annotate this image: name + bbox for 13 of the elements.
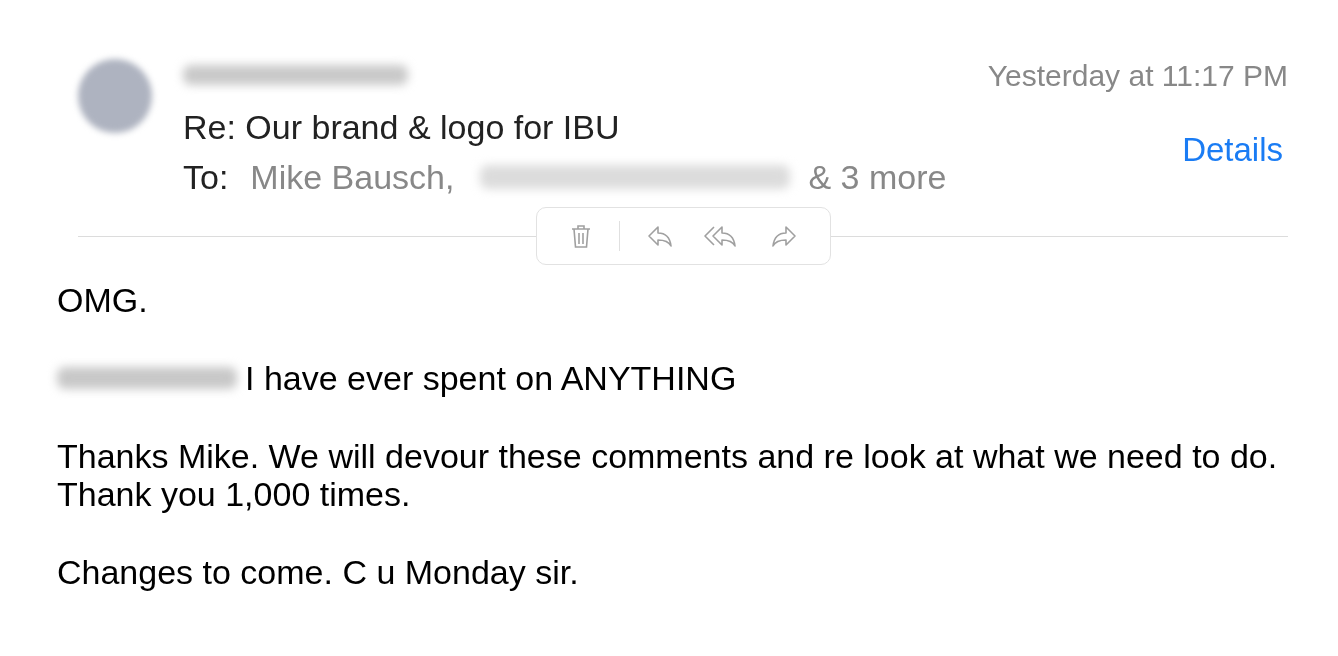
- email-subject: Re: Our brand & logo for IBU: [183, 107, 621, 147]
- reply-icon[interactable]: [645, 224, 674, 248]
- body-text: Changes to come. C u Monday sir.: [57, 553, 579, 591]
- body-text: OMG.: [57, 281, 148, 319]
- body-text: Thank you 1,000 times.: [57, 475, 411, 513]
- email-date: Yesterday at 11:17 PM: [987, 58, 1288, 94]
- forward-icon[interactable]: [769, 224, 798, 248]
- more-recipients-link[interactable]: & 3 more: [808, 157, 947, 197]
- body-text: I have ever spent on ANYTHING: [245, 359, 737, 397]
- to-label: To:: [183, 157, 229, 197]
- details-link[interactable]: Details: [1182, 130, 1283, 170]
- body-text: Thanks Mike. We will devour these comments and re look at what we need to do.: [57, 437, 1278, 475]
- recipient-name[interactable]: Mike Bausch,: [250, 157, 455, 197]
